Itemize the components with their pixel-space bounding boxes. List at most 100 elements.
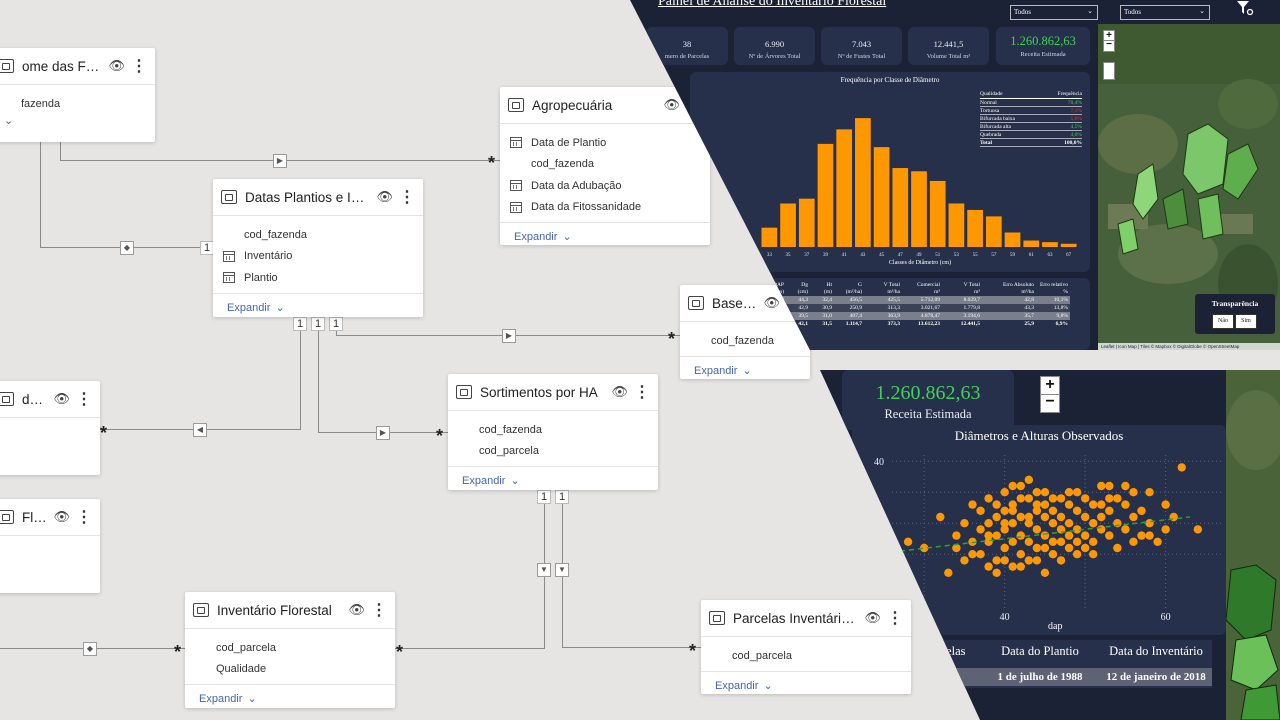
field-row[interactable]: Data da Fitossanidade [500, 197, 710, 219]
scatter-point[interactable] [1080, 531, 1090, 540]
table-card-header[interactable]: Sortimentos por HA 👁 ⋮ [448, 374, 658, 411]
scatter-point[interactable] [984, 562, 993, 571]
transparency-yes-button[interactable]: Sim [1235, 314, 1257, 329]
table-header-cell[interactable]: Comercial m³ [902, 282, 942, 296]
scatter-point[interactable] [1016, 512, 1025, 522]
scatter-point[interactable] [1113, 543, 1122, 553]
table-card-parcelas[interactable]: Parcelas Inventário e ... 👁 ⋮ cod_parcela Ex… [701, 600, 911, 694]
scatter-point[interactable] [1072, 506, 1082, 515]
field-row[interactable]: Inventário [213, 246, 423, 268]
more-options-icon[interactable]: ⋮ [131, 56, 147, 76]
table-card-datas[interactable]: Datas Plantios e Inve... 👁 ⋮ cod_fazenda Inv… [213, 179, 423, 317]
scatter-point[interactable] [1097, 525, 1106, 534]
table-card-fazendas[interactable]: ome das Fazendas 👁 ⋮ fazenda ⌄ [0, 48, 155, 142]
expand-button[interactable]: Expandir ⌄ [213, 292, 423, 322]
eye-icon[interactable]: 👁 [108, 58, 125, 74]
field-row[interactable]: cod_parcela [701, 645, 911, 667]
relationship-line[interactable] [318, 330, 319, 433]
more-options-icon[interactable]: ⋮ [887, 608, 903, 628]
table-card-header[interactable]: Floresta 👁 ⋮ [0, 499, 100, 536]
scatter-point[interactable] [992, 556, 1001, 565]
filter-direction-icon[interactable]: ▼ [537, 563, 551, 577]
filter-direction-icon[interactable]: ▼ [555, 563, 569, 577]
histogram-bar[interactable] [985, 216, 1002, 247]
scatter-point[interactable] [1145, 531, 1154, 540]
scatter-point[interactable] [968, 550, 977, 559]
scatter-point[interactable] [936, 512, 945, 522]
field-row[interactable]: fazenda [0, 93, 155, 115]
scatter-point[interactable] [976, 506, 985, 515]
table-card-dasparc[interactable]: das Par... 👁 ⋮ [0, 381, 100, 475]
table-header-cell[interactable]: Data do Plantio [980, 644, 1100, 659]
both-direction-icon[interactable]: ◆ [83, 642, 97, 656]
scatter-point[interactable] [960, 519, 969, 528]
scatter-point[interactable] [1008, 506, 1017, 515]
scatter-point[interactable] [1089, 537, 1098, 546]
table-header-cell[interactable]: Dg (cm) [786, 282, 810, 296]
table-header-cell[interactable]: Qualidade [980, 90, 1041, 99]
scatter-point[interactable] [1040, 500, 1050, 509]
table-header-cell[interactable]: G (m²/ha) [834, 282, 864, 296]
scatter-point[interactable] [1177, 463, 1186, 472]
eye-icon[interactable]: 👁 [611, 384, 628, 400]
scatter-point[interactable] [984, 519, 993, 528]
scatter-point[interactable] [1048, 494, 1058, 503]
scatter-point[interactable] [1000, 519, 1009, 528]
eye-icon[interactable]: 👁 [663, 97, 680, 113]
table-card-floresta[interactable]: Floresta 👁 ⋮ [0, 499, 100, 593]
histogram-bar[interactable] [1042, 242, 1058, 247]
histogram-bar[interactable] [892, 168, 909, 247]
zoom-out-button[interactable]: − [1040, 394, 1060, 413]
relationship-line[interactable] [60, 140, 61, 160]
eye-icon[interactable]: 👁 [348, 602, 365, 618]
scatter-point[interactable] [1121, 500, 1130, 509]
field-row[interactable]: cod_fazenda [448, 419, 658, 441]
scatter-point[interactable] [1040, 531, 1050, 540]
table-card-header[interactable]: Datas Plantios e Inve... 👁 ⋮ [213, 179, 423, 216]
scatter-point[interactable] [1097, 481, 1106, 491]
scatter-point[interactable] [1032, 543, 1042, 553]
scatter-point[interactable] [992, 500, 1001, 509]
zoom-out-button[interactable]: − [1103, 40, 1115, 52]
histogram-bar[interactable] [873, 147, 890, 247]
scatter-point[interactable] [1016, 562, 1025, 571]
table-header-cell[interactable]: Data do Inventário [1102, 644, 1210, 659]
scatter-point[interactable] [1153, 537, 1162, 546]
scatter-point[interactable] [1161, 525, 1170, 534]
scatter-point[interactable] [1193, 525, 1203, 534]
field-row[interactable]: Data da Adubação [500, 175, 710, 197]
scatter-point[interactable] [1129, 512, 1138, 522]
filter-dropdown-2[interactable]: Todos ⌄ [1120, 5, 1210, 20]
scatter-point[interactable] [944, 568, 953, 577]
field-row[interactable]: Plantio [213, 267, 423, 289]
scatter-point[interactable] [1040, 543, 1050, 553]
scatter-point[interactable] [1000, 506, 1009, 515]
chevron-down-icon[interactable]: ⌄ [4, 114, 13, 127]
scatter-point[interactable] [1105, 481, 1114, 491]
table-card-header[interactable]: ome das Fazendas 👁 ⋮ [0, 48, 155, 85]
scatter-point[interactable] [1008, 481, 1017, 491]
scatter-point[interactable] [1080, 512, 1090, 522]
scatter-point[interactable] [992, 568, 1001, 577]
table-header-cell[interactable]: celas [930, 644, 976, 659]
histogram-bar[interactable] [1023, 240, 1040, 247]
expand-button[interactable]: Expandir ⌄ [680, 355, 810, 385]
scatter-point[interactable] [1121, 481, 1130, 491]
scatter-point[interactable] [1072, 537, 1082, 546]
scatter-point[interactable] [1064, 488, 1074, 497]
table-header-cell[interactable]: Ht (m) [810, 282, 834, 296]
table-header-cell[interactable]: Erro Absoluto m³/ha [982, 282, 1036, 296]
scatter-point[interactable] [1137, 506, 1146, 515]
satellite-map[interactable]: + − Transparência Não Sim Leaflet | Icon… [1098, 24, 1280, 350]
filter-funnel-icon[interactable] [1236, 0, 1254, 16]
histogram-bar[interactable] [929, 180, 946, 247]
table-card-header[interactable]: Inventário Florestal 👁 ⋮ [185, 592, 395, 629]
scatter-point[interactable] [976, 550, 985, 559]
field-row[interactable]: Qualidade [185, 659, 395, 681]
field-row[interactable]: cod_parcela [185, 637, 395, 659]
scatter-point[interactable] [1161, 500, 1170, 509]
scatter-point[interactable] [1024, 556, 1034, 565]
eye-icon[interactable]: 👁 [864, 610, 881, 626]
scatter-point[interactable] [1056, 556, 1066, 565]
filter-direction-icon[interactable]: ▶ [273, 154, 287, 168]
